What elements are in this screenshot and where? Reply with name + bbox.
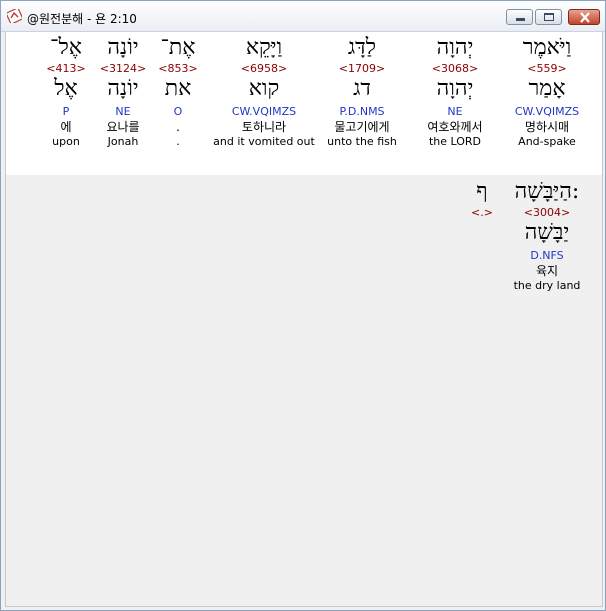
korean-gloss: 육지 bbox=[535, 264, 559, 278]
korean-gloss: 요나를 bbox=[106, 120, 140, 134]
minimize-icon bbox=[516, 18, 525, 21]
window-title: @원전분해 - 욘 2:10 bbox=[27, 12, 137, 26]
strong-number[interactable]: <413> bbox=[42, 62, 90, 76]
hebrew-root: יְהוָה bbox=[436, 76, 474, 101]
word-column-2[interactable]: יְהוָה <3068> יְהוָה NE 여호와께서 the LORD bbox=[410, 32, 500, 149]
hebrew-word: לַדָּג bbox=[347, 35, 377, 60]
strong-number[interactable]: <559> bbox=[502, 62, 592, 76]
analysis-panel: וַיֹּאמֶר <559> אָמַר CW.VQIMZS 명하시매 And… bbox=[5, 32, 603, 607]
word-column-9[interactable]: ף <.> bbox=[462, 178, 502, 220]
korean-gloss: . bbox=[176, 120, 180, 134]
hebrew-root: יַבָּשָׁה bbox=[524, 220, 570, 245]
app-window: @원전분해 - 욘 2:10 וַיֹּאמֶר <559> אָמַר CW.… bbox=[0, 0, 606, 611]
parse-code: NE bbox=[115, 105, 131, 118]
hebrew-word: אֶל־ bbox=[50, 35, 82, 60]
english-gloss: upon bbox=[52, 135, 80, 148]
parse-code: D.NFS bbox=[530, 249, 564, 262]
hebrew-root: דג bbox=[353, 76, 371, 101]
word-column-8[interactable]: הַיַּבָּשָׁה: <3004> יַבָּשָׁה D.NFS 육지 … bbox=[498, 178, 596, 293]
hebrew-word: יְהוָה bbox=[436, 35, 474, 60]
english-gloss: the LORD bbox=[428, 135, 482, 148]
hebrew-root: יוֹנָה bbox=[107, 76, 139, 101]
hebrew-root: את bbox=[164, 76, 192, 101]
parse-code: O bbox=[173, 105, 183, 118]
word-column-5[interactable]: אֶת־ <853> את O . . bbox=[152, 32, 204, 149]
minimize-button[interactable] bbox=[506, 9, 533, 25]
hebrew-root: אֶל bbox=[54, 76, 78, 101]
strong-number[interactable]: <6958> bbox=[206, 62, 322, 76]
hebrew-word: וַיָּקֵא bbox=[245, 35, 283, 60]
app-icon bbox=[7, 9, 22, 23]
strong-number[interactable]: <3004> bbox=[498, 206, 596, 220]
word-column-6[interactable]: יוֹנָה <3124> יוֹנָה NE 요나를 Jonah bbox=[96, 32, 150, 149]
close-button[interactable] bbox=[568, 9, 600, 25]
english-gloss: and it vomited out bbox=[213, 135, 315, 148]
korean-gloss: 에 bbox=[60, 120, 72, 134]
korean-gloss: 여호와께서 bbox=[427, 120, 483, 134]
word-column-4[interactable]: וַיָּקֵא <6958> קוא CW.VQIMZS 토하니라 and i… bbox=[206, 32, 322, 149]
hebrew-word: יוֹנָה bbox=[107, 35, 139, 60]
maximize-icon bbox=[544, 13, 554, 21]
word-column-7[interactable]: אֶל־ <413> אֶל P 에 upon bbox=[42, 32, 90, 149]
parse-code: CW.VQIMZS bbox=[231, 105, 297, 118]
continuation-area: הַיַּבָּשָׁה: <3004> יַבָּשָׁה D.NFS 육지 … bbox=[6, 175, 602, 606]
parse-code: NE bbox=[447, 105, 463, 118]
strong-number[interactable]: <1709> bbox=[317, 62, 407, 76]
english-gloss: Jonah bbox=[107, 135, 139, 148]
english-gloss: . bbox=[176, 135, 180, 148]
hebrew-word: ף bbox=[476, 179, 488, 204]
english-gloss: the dry land bbox=[513, 279, 581, 292]
strong-number[interactable]: <3124> bbox=[96, 62, 150, 76]
word-column-1[interactable]: וַיֹּאמֶר <559> אָמַר CW.VQIMZS 명하시매 And… bbox=[502, 32, 592, 175]
hebrew-word: אֶת־ bbox=[160, 35, 196, 60]
korean-gloss: 명하시매 bbox=[524, 120, 570, 134]
korean-gloss: 물고기에게 bbox=[334, 120, 390, 134]
hebrew-word: הַיַּבָּשָׁה: bbox=[514, 179, 580, 204]
strong-number[interactable]: <.> bbox=[462, 206, 502, 220]
hebrew-word: וַיֹּאמֶר bbox=[522, 35, 572, 60]
parse-code: CW.VQIMZS bbox=[514, 105, 580, 118]
strong-number[interactable]: <3068> bbox=[410, 62, 500, 76]
close-icon bbox=[580, 12, 590, 23]
english-gloss: unto the fish bbox=[327, 135, 397, 148]
english-gloss: And-spake bbox=[518, 135, 576, 148]
title-bar[interactable]: @원전분해 - 욘 2:10 bbox=[1, 1, 605, 32]
parse-code: P.D.NMS bbox=[339, 105, 385, 118]
maximize-button[interactable] bbox=[535, 9, 562, 25]
hebrew-root: אָמַר bbox=[528, 76, 566, 101]
korean-gloss: 토하니라 bbox=[241, 120, 287, 134]
parse-code: P bbox=[62, 105, 70, 118]
hebrew-root: קוא bbox=[248, 76, 280, 101]
strong-number[interactable]: <853> bbox=[152, 62, 204, 76]
word-column-3[interactable]: לַדָּג <1709> דג P.D.NMS 물고기에게 unto the … bbox=[317, 32, 407, 149]
